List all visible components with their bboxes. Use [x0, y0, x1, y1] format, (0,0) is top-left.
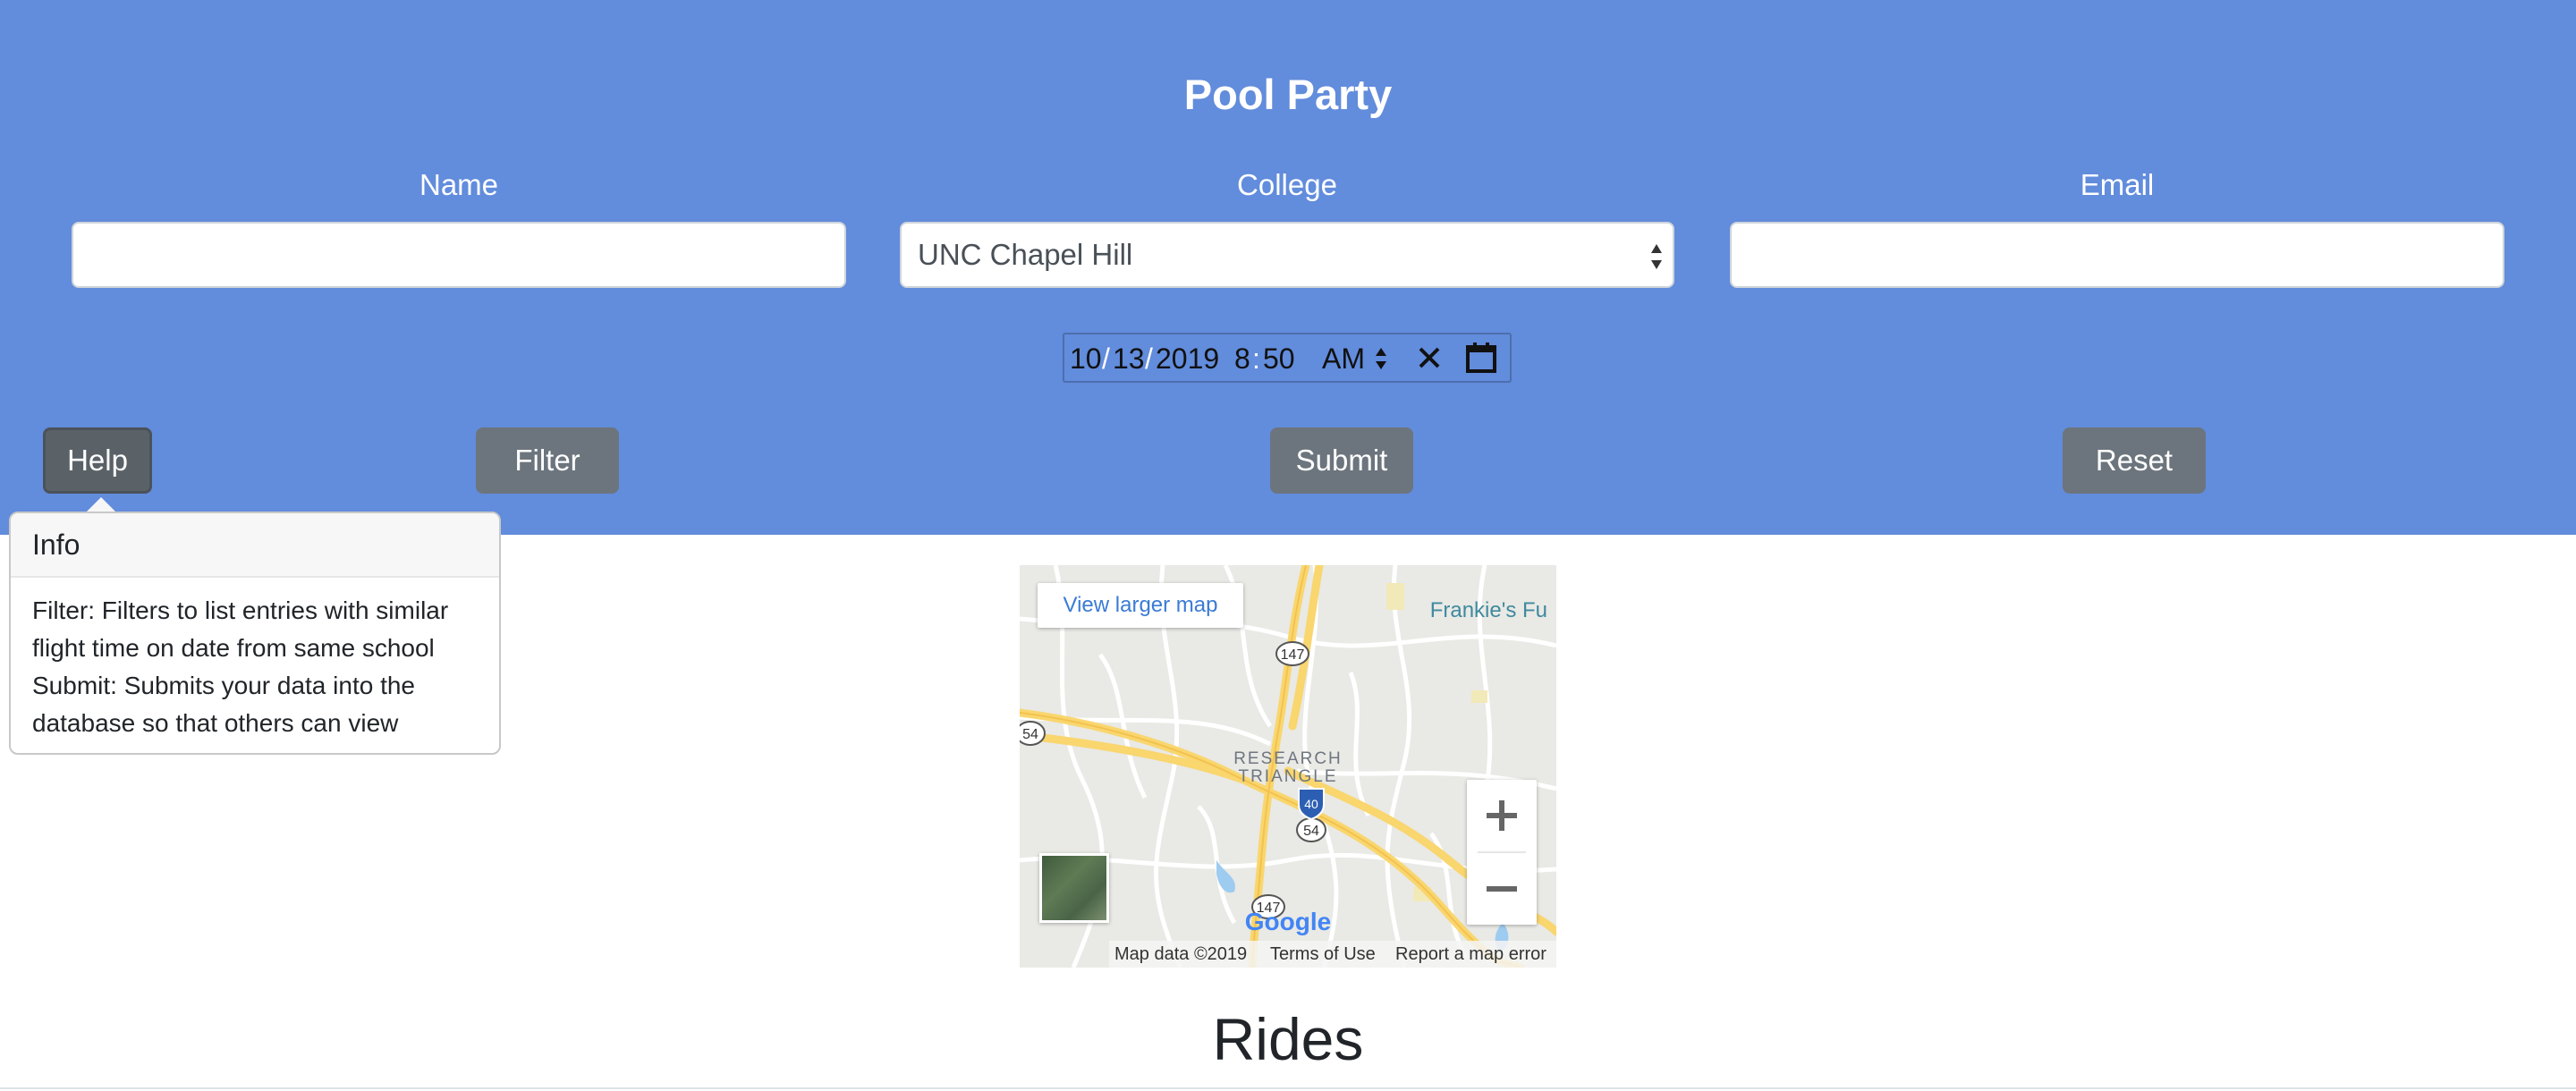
name-label: Name — [419, 168, 499, 201]
rides-heading: Rides — [1212, 1006, 1364, 1072]
plus-icon — [1487, 800, 1517, 831]
close-icon[interactable] — [1417, 345, 1442, 370]
popover-arrow — [86, 497, 116, 512]
date-separator: / — [1145, 343, 1153, 375]
report-error-link[interactable]: Report a map error — [1395, 941, 1546, 968]
google-logo: Google — [1245, 908, 1331, 935]
submit-button[interactable]: Submit — [1270, 427, 1413, 494]
email-input[interactable] — [1730, 222, 2504, 288]
info-popover: Info Filter: Filters to list entries wit… — [9, 512, 501, 755]
day-field[interactable]: 13 — [1113, 343, 1145, 376]
route-147-top: 147 — [1281, 647, 1305, 663]
header-bar: Pool Party Name College Email UNC Chapel… — [0, 0, 2576, 535]
popover-title: Info — [11, 513, 499, 578]
calendar-icon[interactable] — [1465, 342, 1497, 374]
hour-field[interactable]: 8 — [1234, 343, 1250, 376]
datetime-input[interactable]: 10 / 13 / 2019 8 : 50 AM — [1063, 333, 1512, 383]
popover-body: Filter: Filters to list entries with sim… — [11, 578, 499, 757]
route-54-mid: 54 — [1303, 824, 1319, 839]
embedded-map[interactable]: 147 54 54 40 147 RESEARCH TRIANGLE Frank… — [1020, 565, 1556, 968]
zoom-controls — [1467, 780, 1537, 925]
zoom-out-button[interactable] — [1467, 853, 1537, 925]
popover-line: Submit: Submits your data into the — [32, 672, 415, 699]
month-field[interactable]: 10 — [1070, 343, 1102, 376]
rides-divider — [0, 1087, 2576, 1089]
help-button[interactable]: Help — [43, 427, 152, 494]
zoom-in-button[interactable] — [1467, 780, 1537, 851]
poi-label[interactable]: Frankie's Fu — [1430, 598, 1547, 622]
area-label-research: RESEARCH — [1233, 749, 1343, 768]
route-i40: 40 — [1304, 797, 1318, 811]
minus-icon — [1487, 886, 1517, 892]
reset-button[interactable]: Reset — [2063, 427, 2206, 494]
popover-line: Filter: Filters to list entries with sim… — [32, 596, 449, 624]
popover-line: flight time on date from same school — [32, 634, 435, 662]
year-field[interactable]: 2019 — [1156, 343, 1219, 376]
email-label: Email — [2080, 168, 2155, 201]
popover-line: database so that others can view — [32, 709, 399, 737]
ampm-field[interactable]: AM — [1322, 343, 1365, 376]
map-footer: Map data ©2019 Terms of Use Report a map… — [1109, 941, 1556, 968]
map-data-text: Map data ©2019 — [1114, 944, 1248, 964]
college-select-value: UNC Chapel Hill — [918, 238, 1133, 271]
view-larger-map-link[interactable]: View larger map — [1038, 583, 1243, 628]
filter-button[interactable]: Filter — [476, 427, 619, 494]
college-label: College — [1237, 168, 1337, 201]
satellite-toggle[interactable] — [1039, 853, 1109, 923]
select-arrows-icon — [1651, 244, 1662, 269]
minute-field[interactable]: 50 — [1263, 343, 1295, 376]
spinner-arrows-icon[interactable] — [1374, 345, 1388, 372]
page-title: Pool Party — [1183, 71, 1393, 118]
route-54-left: 54 — [1022, 727, 1038, 742]
terms-link[interactable]: Terms of Use — [1270, 941, 1376, 968]
college-select[interactable]: UNC Chapel Hill — [900, 222, 1674, 288]
time-separator: : — [1252, 343, 1260, 375]
name-input[interactable] — [72, 222, 846, 288]
date-separator: / — [1102, 343, 1110, 375]
area-label-triangle: TRIANGLE — [1238, 767, 1337, 786]
